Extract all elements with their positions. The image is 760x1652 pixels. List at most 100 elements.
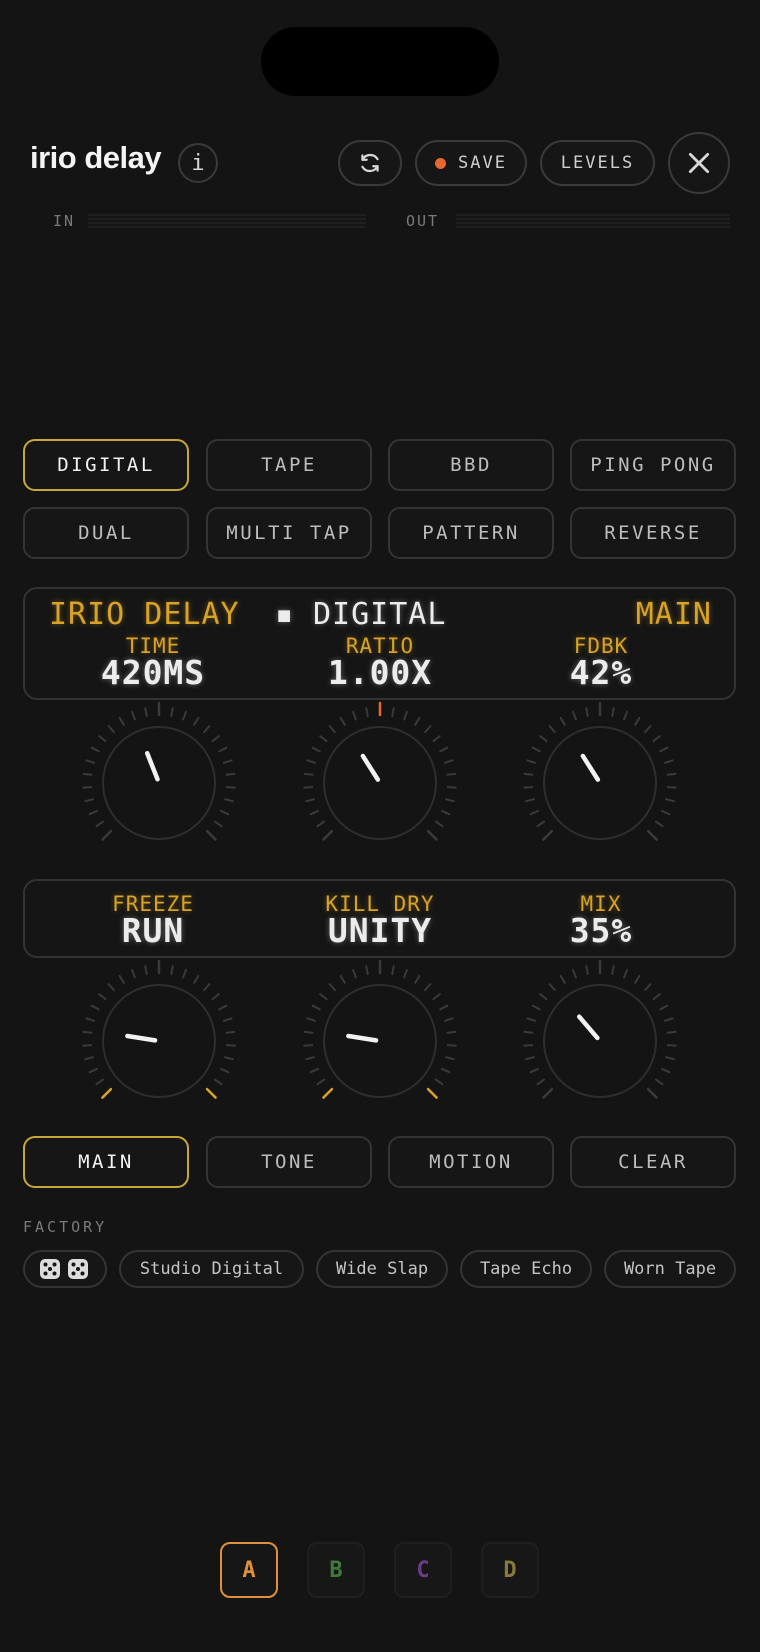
param-value-time: 420MS bbox=[100, 653, 206, 692]
slot-d[interactable]: D bbox=[481, 1542, 539, 1598]
knob-tick bbox=[225, 1030, 236, 1034]
mode-bbd[interactable]: BBD bbox=[388, 439, 554, 491]
knob-tick bbox=[85, 759, 96, 764]
knob-tick bbox=[646, 829, 658, 841]
mode-tape[interactable]: TAPE bbox=[206, 439, 372, 491]
param-value-freeze: RUN bbox=[121, 911, 185, 950]
knob-tick bbox=[441, 1067, 451, 1074]
knob-tick bbox=[403, 968, 408, 979]
knob-tick bbox=[414, 716, 421, 726]
knob-tick bbox=[90, 1004, 100, 1011]
dynamic-island bbox=[261, 27, 499, 96]
knob-tick bbox=[328, 983, 336, 992]
knob-tick bbox=[439, 746, 449, 753]
display-separator: ▪ bbox=[275, 597, 295, 632]
knob-tick bbox=[525, 798, 535, 803]
info-button[interactable]: i bbox=[178, 143, 218, 183]
mode-reverse[interactable]: REVERSE bbox=[570, 507, 736, 559]
knob-tick bbox=[213, 820, 223, 828]
knob-tick bbox=[193, 974, 200, 984]
time-knob[interactable] bbox=[74, 698, 244, 868]
knob-tick bbox=[523, 772, 534, 776]
slot-b[interactable]: B bbox=[307, 1542, 365, 1598]
kill-dry-knob[interactable] bbox=[295, 956, 465, 1126]
knob-tick bbox=[623, 710, 628, 721]
knob-tick bbox=[319, 993, 328, 1001]
knob-tick bbox=[95, 820, 105, 828]
save-button[interactable]: SAVE bbox=[415, 140, 527, 186]
knob-tick bbox=[203, 725, 211, 734]
info-icon: i bbox=[191, 150, 205, 176]
knob-tick bbox=[424, 983, 432, 992]
knob-tick bbox=[548, 725, 556, 734]
knob-tick bbox=[88, 1067, 98, 1074]
knob-tick bbox=[432, 735, 441, 743]
knob-tick bbox=[434, 1078, 444, 1086]
knob-tick bbox=[131, 968, 136, 979]
knob-tick bbox=[659, 746, 669, 753]
knob-tick bbox=[222, 1017, 233, 1022]
param-value-kill-dry: UNITY bbox=[327, 911, 433, 950]
param-value-ratio: 1.00X bbox=[327, 653, 433, 692]
preset-worn-tape[interactable]: Worn Tape bbox=[604, 1250, 736, 1288]
knob-tick bbox=[182, 710, 187, 721]
tab-tone[interactable]: TONE bbox=[206, 1136, 372, 1188]
knob-tick bbox=[634, 974, 641, 984]
knob-tick bbox=[623, 968, 628, 979]
factory-section-label: FACTORY bbox=[23, 1218, 108, 1236]
knob-tick bbox=[144, 965, 148, 976]
knob-tick bbox=[107, 983, 115, 992]
preset-studio-digital[interactable]: Studio Digital bbox=[119, 1250, 304, 1288]
mode-dual[interactable]: DUAL bbox=[23, 507, 189, 559]
knob-tick bbox=[339, 716, 346, 726]
tab-main[interactable]: MAIN bbox=[23, 1136, 189, 1188]
mode-pattern[interactable]: PATTERN bbox=[388, 507, 554, 559]
knob-body bbox=[102, 726, 216, 840]
knob-tick bbox=[170, 707, 174, 718]
knob-tick bbox=[439, 1004, 449, 1011]
knob-tick bbox=[432, 993, 441, 1001]
knob-tick bbox=[101, 829, 113, 841]
knob-tick bbox=[403, 710, 408, 721]
knob-tick bbox=[303, 1030, 314, 1034]
mode-ping-pong[interactable]: PING PONG bbox=[570, 439, 736, 491]
close-button[interactable] bbox=[668, 132, 730, 194]
knob-tick bbox=[531, 1004, 541, 1011]
random-preset-button[interactable] bbox=[23, 1250, 107, 1288]
knob-tick bbox=[424, 725, 432, 734]
knob-tick bbox=[118, 974, 125, 984]
knob-tick bbox=[193, 716, 200, 726]
knob-tick bbox=[542, 829, 554, 841]
mode-digital[interactable]: DIGITAL bbox=[23, 439, 189, 491]
knob-tick bbox=[526, 759, 537, 764]
knob-tick bbox=[585, 707, 589, 718]
preset-tape-echo[interactable]: Tape Echo bbox=[460, 1250, 592, 1288]
knob-tick bbox=[391, 965, 395, 976]
save-label: SAVE bbox=[458, 153, 507, 173]
slot-a[interactable]: A bbox=[220, 1542, 278, 1598]
knob-tick bbox=[211, 993, 220, 1001]
tab-motion[interactable]: MOTION bbox=[388, 1136, 554, 1188]
fdbk-knob[interactable] bbox=[515, 698, 685, 868]
slot-c[interactable]: C bbox=[394, 1542, 452, 1598]
sync-button[interactable] bbox=[338, 140, 402, 186]
knob-tick bbox=[644, 725, 652, 734]
knob-tick bbox=[666, 772, 677, 776]
knob-tick bbox=[659, 1004, 669, 1011]
preset-wide-slap[interactable]: Wide Slap bbox=[316, 1250, 448, 1288]
knob-tick bbox=[445, 798, 455, 803]
knob-tick bbox=[339, 974, 346, 984]
knob-tick bbox=[391, 707, 395, 718]
knob-tick bbox=[316, 820, 326, 828]
levels-button[interactable]: LEVELS bbox=[540, 140, 655, 186]
knob-tick bbox=[365, 707, 369, 718]
knob-tick bbox=[661, 1067, 671, 1074]
mix-knob[interactable] bbox=[515, 956, 685, 1126]
ratio-knob[interactable] bbox=[295, 698, 465, 868]
close-icon bbox=[688, 152, 710, 174]
tab-clear[interactable]: CLEAR bbox=[570, 1136, 736, 1188]
knob-tick bbox=[414, 974, 421, 984]
knob-tick bbox=[446, 772, 457, 776]
freeze-knob[interactable] bbox=[74, 956, 244, 1126]
mode-multi-tap[interactable]: MULTI TAP bbox=[206, 507, 372, 559]
